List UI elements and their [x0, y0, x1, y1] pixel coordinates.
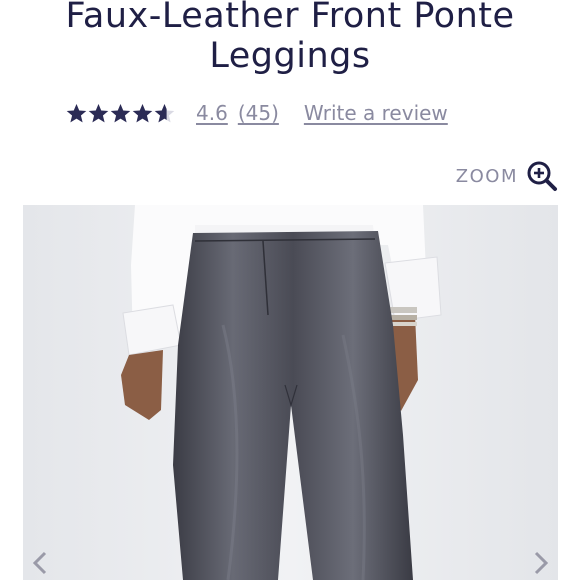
rating-row: 4.6 (45) Write a review — [66, 98, 448, 128]
zoom-label: ZOOM — [455, 165, 518, 187]
product-title-line-1: Faux-Leather Front Ponte — [65, 0, 515, 36]
review-count-link[interactable]: (45) — [238, 101, 279, 125]
star-icon — [66, 103, 87, 122]
chevron-right-icon[interactable] — [530, 550, 552, 576]
chevron-left-icon[interactable] — [29, 550, 51, 576]
write-review-link[interactable]: Write a review — [304, 101, 448, 125]
product-image[interactable] — [23, 205, 558, 580]
product-photo-leggings — [23, 205, 558, 580]
rating-value-link[interactable]: 4.6 — [196, 101, 228, 125]
zoom-button[interactable]: ZOOM — [456, 160, 558, 192]
star-icon — [110, 103, 131, 122]
star-icon — [88, 103, 109, 122]
star-icon — [154, 103, 175, 122]
zoom-in-icon — [527, 161, 557, 191]
product-title: Faux-Leather Front Ponte Leggings — [0, 0, 580, 76]
star-icon — [132, 103, 153, 122]
product-title-line-2: Leggings — [209, 36, 371, 76]
star-rating — [66, 103, 176, 124]
